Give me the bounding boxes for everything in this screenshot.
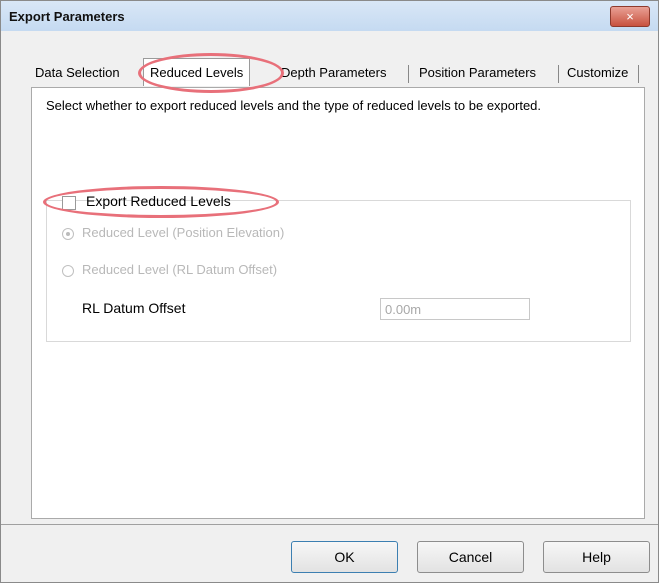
tab-data-selection[interactable]: Data Selection: [29, 61, 126, 85]
panel-description: Select whether to export reduced levels …: [46, 98, 542, 113]
ok-button[interactable]: OK: [291, 541, 398, 573]
export-parameters-dialog: Export Parameters × Data Selection Reduc…: [0, 0, 659, 583]
tab-position-parameters[interactable]: Position Parameters: [413, 61, 542, 85]
cancel-button[interactable]: Cancel: [417, 541, 524, 573]
tab-separator: [408, 65, 409, 83]
radio-datum-offset-label: Reduced Level (RL Datum Offset): [82, 262, 278, 277]
help-button[interactable]: Help: [543, 541, 650, 573]
export-reduced-levels-label[interactable]: Export Reduced Levels: [86, 193, 231, 209]
radio-position-elevation-label: Reduced Level (Position Elevation): [82, 225, 285, 240]
tab-separator: [558, 65, 559, 83]
rl-datum-offset-label: RL Datum Offset: [82, 300, 186, 316]
title-bar: Export Parameters ×: [1, 1, 658, 31]
tab-separator: [638, 65, 639, 83]
radio-selected-dot: [66, 232, 70, 236]
close-button[interactable]: ×: [610, 6, 650, 27]
tab-depth-parameters[interactable]: Depth Parameters: [275, 61, 393, 85]
rl-datum-offset-input[interactable]: 0.00m: [380, 298, 530, 320]
reduced-levels-panel: Select whether to export reduced levels …: [31, 87, 645, 519]
export-reduced-levels-checkbox[interactable]: [62, 196, 76, 210]
tab-customize[interactable]: Customize: [561, 61, 634, 85]
dialog-title: Export Parameters: [9, 9, 125, 24]
radio-datum-offset[interactable]: [62, 265, 74, 277]
radio-position-elevation[interactable]: [62, 228, 74, 240]
tab-reduced-levels[interactable]: Reduced Levels: [143, 58, 251, 86]
footer-divider: [1, 524, 658, 525]
